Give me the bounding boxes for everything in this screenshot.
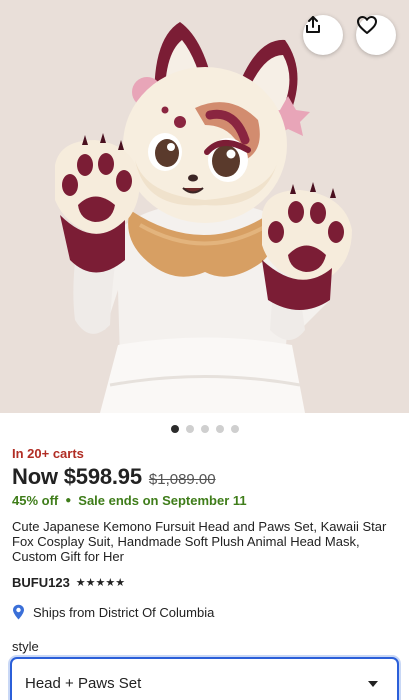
carousel-dot[interactable] — [185, 425, 194, 433]
caret-down-icon — [368, 681, 378, 687]
carousel-dot[interactable] — [215, 425, 224, 433]
share-button[interactable] — [303, 15, 343, 55]
heart-outline-icon — [357, 16, 377, 34]
current-price: Now $598.95 — [12, 464, 142, 489]
carousel-dot[interactable] — [200, 425, 209, 433]
product-photo — [0, 0, 409, 413]
listing-page: In 20+ carts Now $598.95 $1,089.00 45% o… — [0, 0, 409, 700]
style-option-label: style — [12, 639, 39, 654]
carousel-dot[interactable] — [230, 425, 239, 433]
favorite-button[interactable] — [356, 15, 396, 55]
star-rating: ★★★★★ — [75, 577, 126, 589]
style-selected-value: Head + Paws Set — [25, 674, 142, 692]
location-pin-icon — [13, 604, 24, 620]
discount-badge: 45% off — [12, 493, 59, 508]
shop-name-link[interactable]: BUFU123 — [12, 575, 70, 590]
style-select[interactable]: Head + Paws Set — [10, 657, 399, 700]
carousel-dot[interactable] — [170, 425, 179, 433]
sale-end-date: Sale ends on September 11 — [78, 493, 247, 508]
sale-separator: ● — [65, 495, 72, 506]
sale-info: 45% off ● Sale ends on September 11 — [12, 493, 247, 508]
ships-from-text: Ships from District Of Columbia — [33, 604, 215, 620]
product-title: Cute Japanese Kemono Fursuit Head and Pa… — [12, 519, 387, 564]
carousel-indicator — [0, 425, 409, 435]
price-row: Now $598.95 $1,089.00 — [12, 464, 216, 490]
share-icon — [306, 16, 320, 33]
shipping-origin: Ships from District Of Columbia — [12, 604, 214, 620]
in-carts-notice: In 20+ carts — [12, 446, 84, 461]
original-price: $1,089.00 — [148, 471, 216, 488]
shop-row[interactable]: BUFU123 ★★★★★ — [12, 575, 125, 590]
product-image-carousel[interactable] — [0, 0, 409, 413]
